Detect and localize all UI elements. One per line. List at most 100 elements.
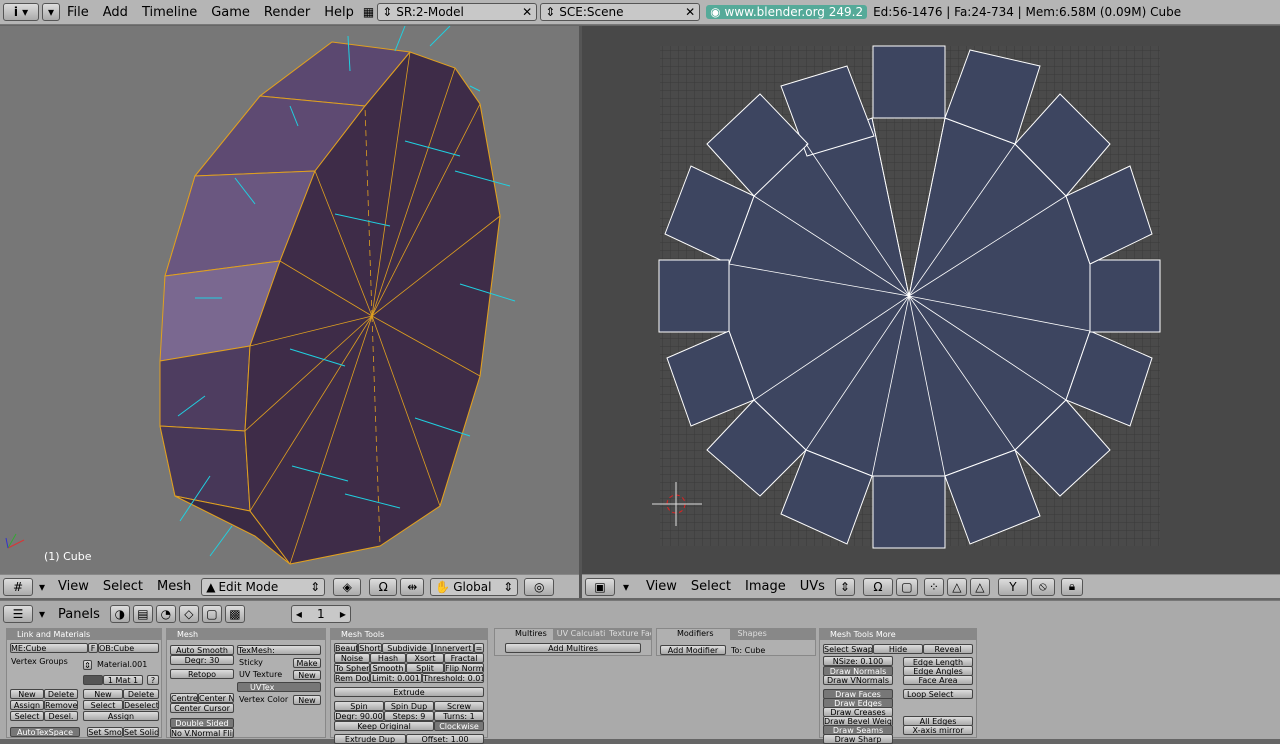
edge-select-button[interactable]: △	[946, 577, 967, 596]
beauty-button[interactable]: Beauty	[334, 643, 358, 653]
draw-sharp-button[interactable]: Draw Sharp	[823, 734, 893, 744]
texmesh-field[interactable]: TexMesh:	[237, 645, 321, 655]
panels-menu[interactable]: Panels	[51, 607, 107, 622]
collapse-icon[interactable]: ▾	[623, 580, 629, 594]
screw-button[interactable]: Screw	[434, 701, 484, 711]
extrude-button[interactable]: Extrude	[334, 687, 484, 697]
material-assign-button[interactable]: Assign	[83, 711, 159, 721]
collapse-icon[interactable]: ▾	[39, 580, 45, 594]
uv-pivot-button[interactable]: Ω	[862, 577, 893, 596]
editor-type-button[interactable]: #	[3, 577, 33, 596]
vertex-color-new-button[interactable]: New	[293, 695, 321, 705]
face-area-button[interactable]: Face Area	[903, 675, 973, 685]
innervert-button[interactable]: Innervert	[432, 643, 474, 653]
add-modifier-button[interactable]: Add Modifier	[660, 645, 726, 655]
collapse-icon[interactable]: ▾	[39, 607, 45, 621]
sync-button[interactable]: ▢	[895, 577, 918, 596]
orientation-selector[interactable]: ✋ Global ⇕	[430, 577, 519, 596]
group-assign-button[interactable]: Assign	[10, 700, 44, 710]
hash-button[interactable]: Hash	[370, 653, 406, 663]
no-vnormal-flip-button[interactable]: No V.Normal Flip	[170, 728, 234, 738]
turns-field[interactable]: Turns: 1	[434, 711, 484, 721]
material-deselect-button[interactable]: Deselect	[123, 700, 159, 710]
menu-help[interactable]: Help	[317, 5, 361, 20]
tab-texture-face[interactable]: Texture Face	[605, 629, 651, 640]
retopo-button[interactable]: Retopo	[170, 669, 234, 679]
menu-select[interactable]: Select	[96, 579, 150, 594]
keep-original-button[interactable]: Keep Original	[334, 721, 434, 731]
nsize-field[interactable]: NSize: 0.100	[823, 656, 893, 666]
tab-shapes[interactable]: Shapes	[730, 629, 775, 640]
menu-timeline[interactable]: Timeline	[135, 5, 204, 20]
extrude-dup-button[interactable]: Extrude Dup	[334, 734, 406, 744]
menu-add[interactable]: Add	[96, 5, 135, 20]
loop-select-dropdown[interactable]: Loop Select	[903, 689, 973, 699]
image-browse-button[interactable]: ⇕	[834, 577, 855, 596]
sticky-make-button[interactable]: Make	[293, 658, 321, 668]
flip-normal-button[interactable]: Flip Normal	[444, 663, 484, 673]
tab-modifiers[interactable]: Modifiers	[657, 629, 730, 640]
collapse-menu-button[interactable]: ▾	[42, 3, 60, 21]
pivot-button[interactable]: Ω	[369, 577, 398, 596]
short-button[interactable]: Short	[358, 643, 382, 653]
group-desel-button[interactable]: Desel.	[44, 711, 78, 721]
uv-menu-select[interactable]: Select	[684, 579, 738, 594]
editing-tab-icon[interactable]: ▢	[201, 605, 222, 623]
degr-field[interactable]: Degr: 30	[170, 655, 234, 665]
menu-mesh[interactable]: Mesh	[150, 579, 198, 594]
draw-type-button[interactable]: ◈	[333, 577, 362, 596]
material-browse-button[interactable]: ⇕	[83, 660, 92, 670]
fractal-button[interactable]: Fractal	[444, 653, 484, 663]
uvtex-field[interactable]: UVTex	[237, 682, 321, 692]
reveal-button[interactable]: Reveal	[923, 644, 973, 654]
object-name-field[interactable]: OB:Cube	[98, 643, 159, 653]
set-solid-button[interactable]: Set Solid	[123, 727, 159, 737]
smooth-button[interactable]: Smooth	[370, 663, 406, 673]
menu-game[interactable]: Game	[204, 5, 257, 20]
hide-button[interactable]: Hide	[873, 644, 923, 654]
split-button[interactable]: Split	[406, 663, 444, 673]
mode-selector[interactable]: ▲ Edit Mode ⇕	[201, 577, 326, 596]
uv-menu-image[interactable]: Image	[738, 579, 793, 594]
add-multires-button[interactable]: Add Multires	[505, 643, 641, 653]
material-select-button[interactable]: Select	[83, 700, 123, 710]
spin-dup-button[interactable]: Spin Dup	[384, 701, 434, 711]
info-editor-type-button[interactable]: i ▾	[3, 3, 39, 21]
center-cursor-button[interactable]: Center Cursor	[170, 703, 234, 713]
snap-button[interactable]: ⦸	[1030, 577, 1055, 596]
buttons-editor-type-button[interactable]: ☰	[3, 605, 33, 623]
screen-selector[interactable]: ⇕ SR:2-Model ✕	[377, 3, 538, 21]
close-icon[interactable]: ✕	[522, 5, 532, 19]
group-remove-button[interactable]: Remove	[44, 700, 78, 710]
tab-uv-calculation[interactable]: UV Calculation	[553, 629, 605, 640]
material-delete-button[interactable]: Delete	[123, 689, 159, 699]
close-icon[interactable]: ✕	[685, 5, 695, 19]
3d-viewport[interactable]: (1) Cube	[0, 25, 579, 574]
limit-field[interactable]: Limit: 0.001	[370, 673, 422, 683]
tab-multires[interactable]: Multires	[495, 629, 553, 640]
frame-field[interactable]: ◂ 1 ▸	[290, 605, 351, 623]
uv-texture-new-button[interactable]: New	[293, 670, 321, 680]
spin-button[interactable]: Spin	[334, 701, 384, 711]
threshold-field[interactable]: Threshold: 0.010	[422, 673, 484, 683]
steps-field[interactable]: Steps: 9	[384, 711, 434, 721]
sticky-select-button[interactable]: Y	[997, 577, 1028, 596]
subdivide-button[interactable]: Subdivide	[382, 643, 432, 653]
uv-editor[interactable]	[582, 26, 1280, 574]
spin-degr-field[interactable]: Degr: 90.00	[334, 711, 384, 721]
material-new-button[interactable]: New	[83, 689, 123, 699]
face-select-button[interactable]: △	[969, 577, 990, 596]
shading-tab-icon[interactable]: ◔	[155, 605, 176, 623]
vertex-select-button[interactable]: ⁘	[923, 577, 944, 596]
group-new-button[interactable]: New	[10, 689, 44, 699]
manipulator-button[interactable]: ⇹	[400, 577, 425, 596]
scene-selector[interactable]: ⇕ SCE:Scene ✕	[540, 3, 701, 21]
select-swap-button[interactable]: Select Swap	[823, 644, 873, 654]
xsort-button[interactable]: Xsort	[406, 653, 444, 663]
offset-field[interactable]: Offset: 1.00	[406, 734, 484, 744]
group-select-button[interactable]: Select	[10, 711, 44, 721]
uv-menu-view[interactable]: View	[639, 579, 684, 594]
rem-doubles-button[interactable]: Rem Doubles	[334, 673, 370, 683]
group-delete-button[interactable]: Delete	[44, 689, 78, 699]
menu-render[interactable]: Render	[257, 5, 317, 20]
